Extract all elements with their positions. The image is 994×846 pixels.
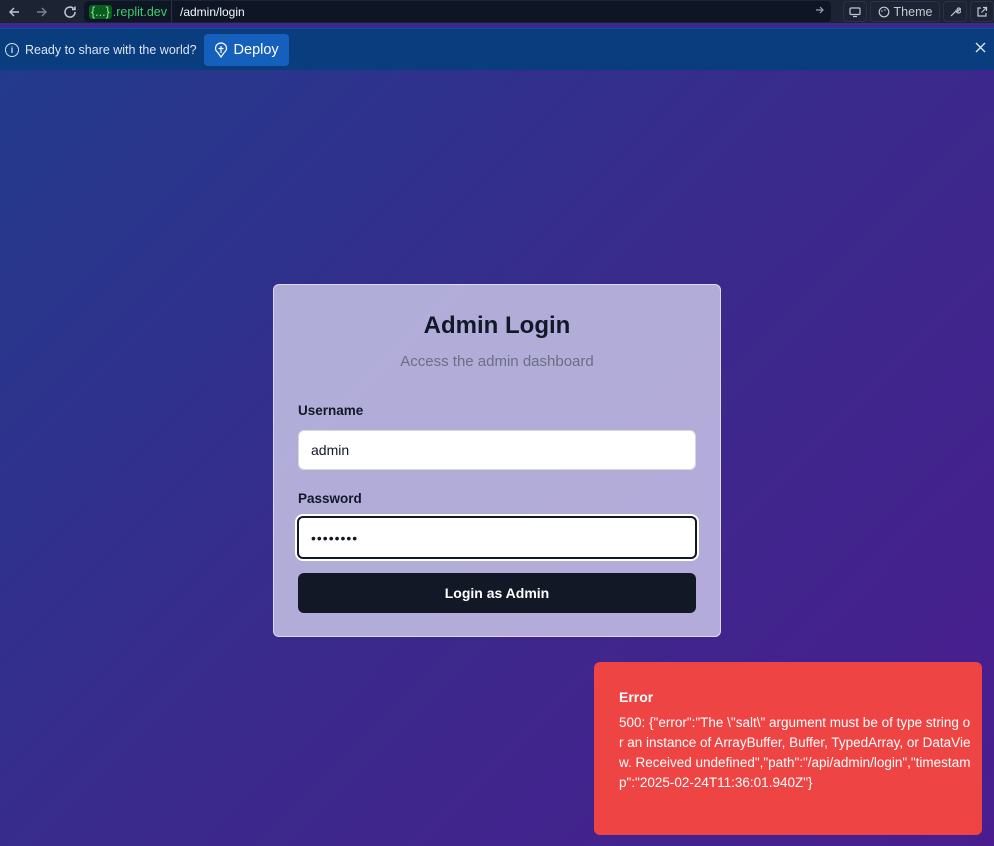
domain-text: .replit.dev: [112, 4, 167, 19]
toast-title: Error: [619, 689, 654, 705]
domain-braces: {...}: [89, 4, 112, 19]
theme-button[interactable]: Theme: [870, 1, 940, 22]
deploy-banner: i Ready to share with the world? Deploy: [0, 28, 994, 70]
theme-label: Theme: [893, 4, 933, 19]
reload-icon[interactable]: [56, 0, 84, 23]
deploy-icon: [214, 41, 227, 58]
deploy-label: Deploy: [233, 41, 279, 58]
page-background: Admin Login Access the admin dashboard U…: [0, 70, 994, 846]
password-input[interactable]: [297, 516, 697, 559]
deploy-button[interactable]: Deploy: [203, 33, 289, 66]
page-title: Admin Login: [423, 312, 571, 339]
password-label: Password: [298, 491, 362, 506]
error-toast[interactable]: Error 500: {"error":"The \"salt\" argume…: [594, 662, 982, 835]
devices-button[interactable]: [843, 1, 867, 22]
username-label: Username: [298, 403, 364, 418]
login-button[interactable]: Login as Admin: [298, 573, 696, 613]
open-new-tab-button[interactable]: [970, 1, 994, 22]
toast-message: 500: {"error":"The \"salt\" argument mus…: [619, 715, 971, 790]
banner-message: Ready to share with the world?: [25, 42, 197, 57]
tools-button[interactable]: [943, 1, 967, 22]
url-bar[interactable]: {...} .replit.dev /admin/login: [84, 1, 831, 22]
close-icon[interactable]: [975, 40, 986, 58]
info-icon: i: [5, 42, 19, 57]
username-input[interactable]: [298, 430, 696, 470]
url-path: /admin/login: [179, 4, 245, 19]
login-card: Admin Login Access the admin dashboard U…: [273, 284, 721, 637]
toolbar-right: Theme: [843, 1, 994, 22]
external-link-icon: [977, 6, 988, 17]
back-arrow-icon[interactable]: [0, 0, 28, 23]
monitor-icon: [849, 6, 861, 17]
wrench-icon: [950, 6, 961, 16]
domain-chip[interactable]: {...} .replit.dev: [84, 1, 172, 22]
go-arrow-icon[interactable]: [815, 4, 825, 18]
palette-icon: [878, 6, 889, 17]
browser-toolbar: {...} .replit.dev /admin/login Theme: [0, 0, 994, 23]
forward-arrow-icon[interactable]: [28, 0, 56, 23]
page-subtitle: Access the admin dashboard: [400, 353, 594, 370]
